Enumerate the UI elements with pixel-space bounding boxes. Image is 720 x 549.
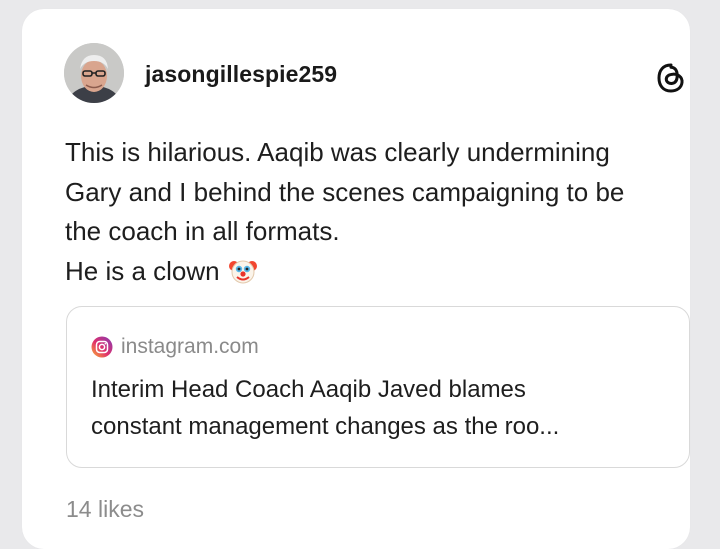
link-domain-row: instagram.com	[91, 335, 259, 359]
post-text: This is hilarious. Aaqib was clearly und…	[65, 133, 705, 291]
post-text-line: the coach in all formats.	[65, 216, 340, 246]
post-card: jasongillespie259 This is hilarious. Aaq…	[22, 9, 690, 549]
likes-count[interactable]: 14 likes	[66, 496, 144, 523]
threads-icon[interactable]	[654, 61, 688, 95]
link-preview-card[interactable]: instagram.com Interim Head Coach Aaqib J…	[66, 306, 690, 468]
post-text-line: He is a clown	[65, 255, 220, 286]
clown-face-icon	[228, 260, 257, 283]
post-text-line: Gary and I behind the scenes campaigning…	[65, 176, 625, 207]
link-domain: instagram.com	[121, 335, 259, 358]
link-title-line: Interim Head Coach Aaqib Javed blames	[91, 376, 526, 403]
username[interactable]: jasongillespie259	[145, 61, 337, 88]
link-title: Interim Head Coach Aaqib Javed blames co…	[91, 371, 681, 445]
avatar-image	[64, 43, 124, 103]
instagram-icon	[91, 336, 113, 358]
post-text-line-last: He is a clown	[65, 252, 705, 292]
link-title-line: constant management changes as the roo..…	[91, 413, 560, 440]
avatar[interactable]	[64, 43, 124, 103]
post-text-line: This is hilarious. Aaqib was clearly und…	[65, 137, 610, 167]
